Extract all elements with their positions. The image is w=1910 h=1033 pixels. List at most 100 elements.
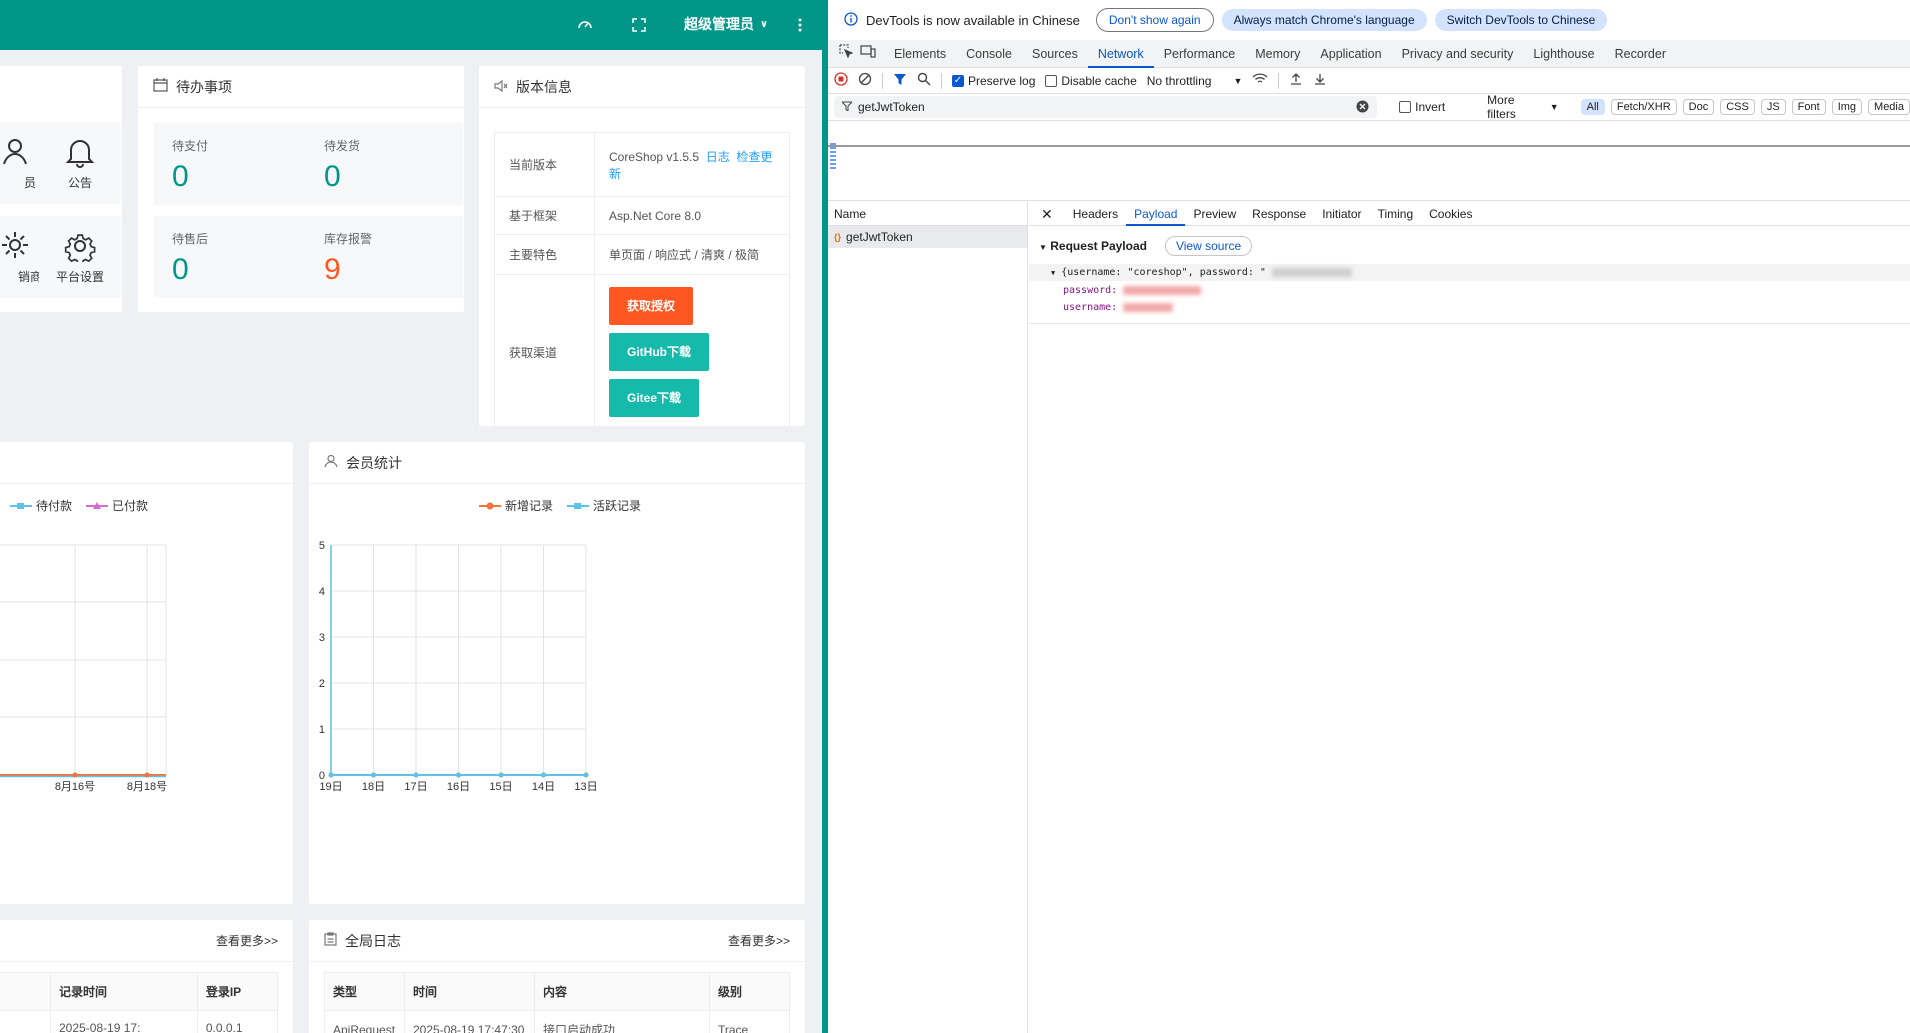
redacted-value xyxy=(1123,285,1202,295)
table-cell: 2025-08-19 17:47:30 xyxy=(404,1010,535,1033)
theme-icon[interactable] xyxy=(575,15,595,35)
order-chart-card: 待付款 已付款 8月16号 8月18号 xyxy=(0,442,293,904)
todo-item-pending-payment[interactable]: 待支付 0 xyxy=(154,123,311,205)
disable-cache-checkbox[interactable]: Disable cache xyxy=(1045,74,1137,88)
legend-item[interactable]: 待付款 xyxy=(10,497,72,514)
type-filter-fetch-xhr[interactable]: Fetch/XHR xyxy=(1610,99,1677,115)
tab-timing[interactable]: Timing xyxy=(1370,202,1422,226)
more-filters-dropdown[interactable]: More filters ▼ xyxy=(1487,93,1558,121)
invert-checkbox[interactable]: Invert xyxy=(1399,100,1445,114)
login-log-more-link[interactable]: 查看更多>> xyxy=(216,932,278,949)
network-toolbar: ✓ Preserve log Disable cache No throttli… xyxy=(828,68,1910,94)
admin-app: 超级管理员 ∨ 员 公告 销商 平台设置 待办事项 待支付 0 待发货 0 待售… xyxy=(0,0,822,1033)
gitee-download-button[interactable]: Gitee下载 xyxy=(609,379,700,417)
throttling-select[interactable]: No throttling ▼ xyxy=(1147,74,1243,88)
view-source-button[interactable]: View source xyxy=(1164,236,1253,256)
upload-icon[interactable] xyxy=(1289,72,1303,89)
table-cell: ApiRequest xyxy=(324,1010,405,1033)
type-filter-img[interactable]: Img xyxy=(1831,99,1863,115)
tab-application[interactable]: Application xyxy=(1310,40,1391,68)
dont-show-again-button[interactable]: Don't show again xyxy=(1095,8,1214,32)
device-toolbar-icon[interactable] xyxy=(858,40,884,68)
tab-response[interactable]: Response xyxy=(1244,202,1314,226)
github-download-button[interactable]: GitHub下载 xyxy=(609,333,709,371)
payload-field-username[interactable]: username: xyxy=(1063,302,1174,313)
clear-icon[interactable] xyxy=(858,72,872,89)
todo-item-stock-alert[interactable]: 库存报警 9 xyxy=(306,216,463,298)
request-row[interactable]: {} getJwtToken xyxy=(828,226,1027,248)
switch-to-chinese-button[interactable]: Switch DevTools to Chinese xyxy=(1434,9,1608,31)
payload-summary-row[interactable]: ▼ {username: "coreshop", password: " xyxy=(1051,267,1352,278)
type-filter-font[interactable]: Font xyxy=(1791,99,1826,115)
legend-item[interactable]: 新增记录 xyxy=(479,497,553,514)
changelog-link[interactable]: 日志 xyxy=(706,150,730,164)
global-log-more-link[interactable]: 查看更多>> xyxy=(728,932,790,949)
legend-item[interactable]: 已付款 xyxy=(86,497,148,514)
tab-headers[interactable]: Headers xyxy=(1065,202,1126,226)
type-filter-doc[interactable]: Doc xyxy=(1682,99,1715,115)
tab-payload[interactable]: Payload xyxy=(1126,202,1186,226)
tab-elements[interactable]: Elements xyxy=(884,40,956,68)
tab-sources[interactable]: Sources xyxy=(1022,40,1088,68)
user-name: 超级管理员 xyxy=(684,16,754,32)
get-license-button[interactable]: 获取授权 xyxy=(609,287,694,325)
caret-down-icon: ▼ xyxy=(1549,102,1559,112)
data-point xyxy=(144,772,150,778)
filter-value: getJwtToken xyxy=(858,100,925,114)
user-menu[interactable]: 超级管理员 ∨ xyxy=(684,14,768,34)
toolbar-separator xyxy=(941,72,942,89)
tab-console[interactable]: Console xyxy=(956,40,1022,68)
match-chrome-language-button[interactable]: Always match Chrome's language xyxy=(1221,9,1427,31)
name-column-header[interactable]: Name xyxy=(828,202,1027,226)
fullscreen-icon[interactable] xyxy=(629,15,649,35)
network-conditions-icon[interactable] xyxy=(1252,72,1268,89)
table-row[interactable]: 2025-08-19 17: 0.0.0.1 xyxy=(0,1010,279,1033)
tab-cookies[interactable]: Cookies xyxy=(1421,202,1480,226)
todo-value: 9 xyxy=(324,253,341,286)
inspect-element-icon[interactable] xyxy=(834,40,858,68)
type-filter-css[interactable]: CSS xyxy=(1720,99,1755,115)
table-header: 内容 xyxy=(534,972,710,1011)
more-vertical-icon[interactable] xyxy=(790,15,810,35)
legend-item[interactable]: 活跃记录 xyxy=(567,497,641,514)
todo-item-after-sales[interactable]: 待售后 0 xyxy=(154,216,311,298)
quick-link-notice[interactable]: 公告 xyxy=(39,122,121,204)
search-icon[interactable] xyxy=(917,72,931,89)
tab-memory[interactable]: Memory xyxy=(1245,40,1310,68)
table-cell: 2025-08-19 17: xyxy=(50,1010,198,1033)
download-icon[interactable] xyxy=(1313,72,1327,89)
toolbar-separator xyxy=(1278,72,1280,89)
table-row[interactable]: ApiRequest 2025-08-19 17:47:30 接口启动成功 Tr… xyxy=(324,1010,790,1033)
type-filter-all[interactable]: All xyxy=(1580,99,1605,115)
todo-item-pending-shipment[interactable]: 待发货 0 xyxy=(306,123,463,205)
type-filter-js[interactable]: JS xyxy=(1760,99,1786,115)
todo-value: 0 xyxy=(172,160,189,193)
chevron-down-icon: ∨ xyxy=(760,18,769,30)
type-filter-media[interactable]: Media xyxy=(1868,99,1910,115)
tab-performance[interactable]: Performance xyxy=(1154,40,1246,68)
tab-network[interactable]: Network xyxy=(1087,40,1154,68)
network-overview-timeline[interactable] xyxy=(828,121,1910,201)
close-icon[interactable]: ✕ xyxy=(1029,202,1065,226)
tab-preview[interactable]: Preview xyxy=(1185,202,1244,226)
member-chart-card: 会员统计 新增记录 活跃记录 0 1 2 3 4 5 19日 18日 17日 16日 15日 14日 1… xyxy=(309,442,805,904)
request-name: getJwtToken xyxy=(846,230,913,244)
filter-input[interactable]: getJwtToken xyxy=(834,96,1378,118)
filter-icon[interactable] xyxy=(893,72,907,89)
tab-privacy-security[interactable]: Privacy and security xyxy=(1392,40,1524,68)
todo-title: 待办事项 xyxy=(176,78,232,95)
quick-link-platform-settings[interactable]: 平台设置 xyxy=(39,216,121,298)
clear-filter-icon[interactable] xyxy=(1356,100,1369,116)
tab-initiator[interactable]: Initiator xyxy=(1314,202,1369,226)
login-log-card: 查看更多>> 记录时间 登录IP 2025-08-19 17: 0.0.0.1 xyxy=(0,920,293,1033)
payload-section-header[interactable]: ▼ Request Payload View source xyxy=(1039,236,1253,256)
todo-label: 待售后 xyxy=(172,232,209,246)
version-table: 当前版本 CoreShop v1.5.5 日志 检查更新 基于框架 Asp.Ne… xyxy=(494,132,790,430)
tab-recorder[interactable]: Recorder xyxy=(1605,40,1676,68)
preserve-log-checkbox[interactable]: ✓ Preserve log xyxy=(952,74,1035,88)
order-chart-header xyxy=(0,442,293,484)
x-tick-label: 15日 xyxy=(489,781,512,793)
record-stop-icon[interactable] xyxy=(834,72,848,89)
payload-field-password[interactable]: password: xyxy=(1063,285,1202,296)
tab-lighthouse[interactable]: Lighthouse xyxy=(1523,40,1604,68)
